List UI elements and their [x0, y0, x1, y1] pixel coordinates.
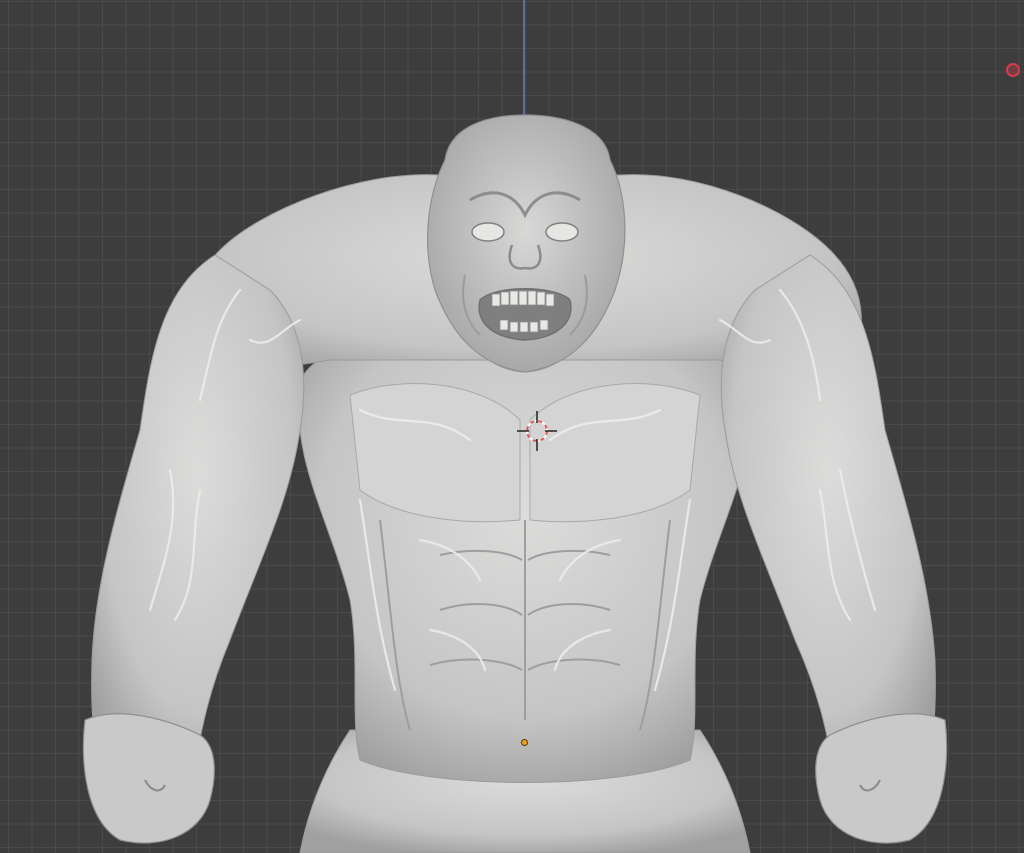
object-origin-icon — [521, 739, 528, 746]
3d-viewport[interactable] — [0, 0, 1024, 853]
record-indicator-icon[interactable] — [1006, 63, 1020, 77]
3d-cursor-icon[interactable] — [0, 0, 1024, 853]
